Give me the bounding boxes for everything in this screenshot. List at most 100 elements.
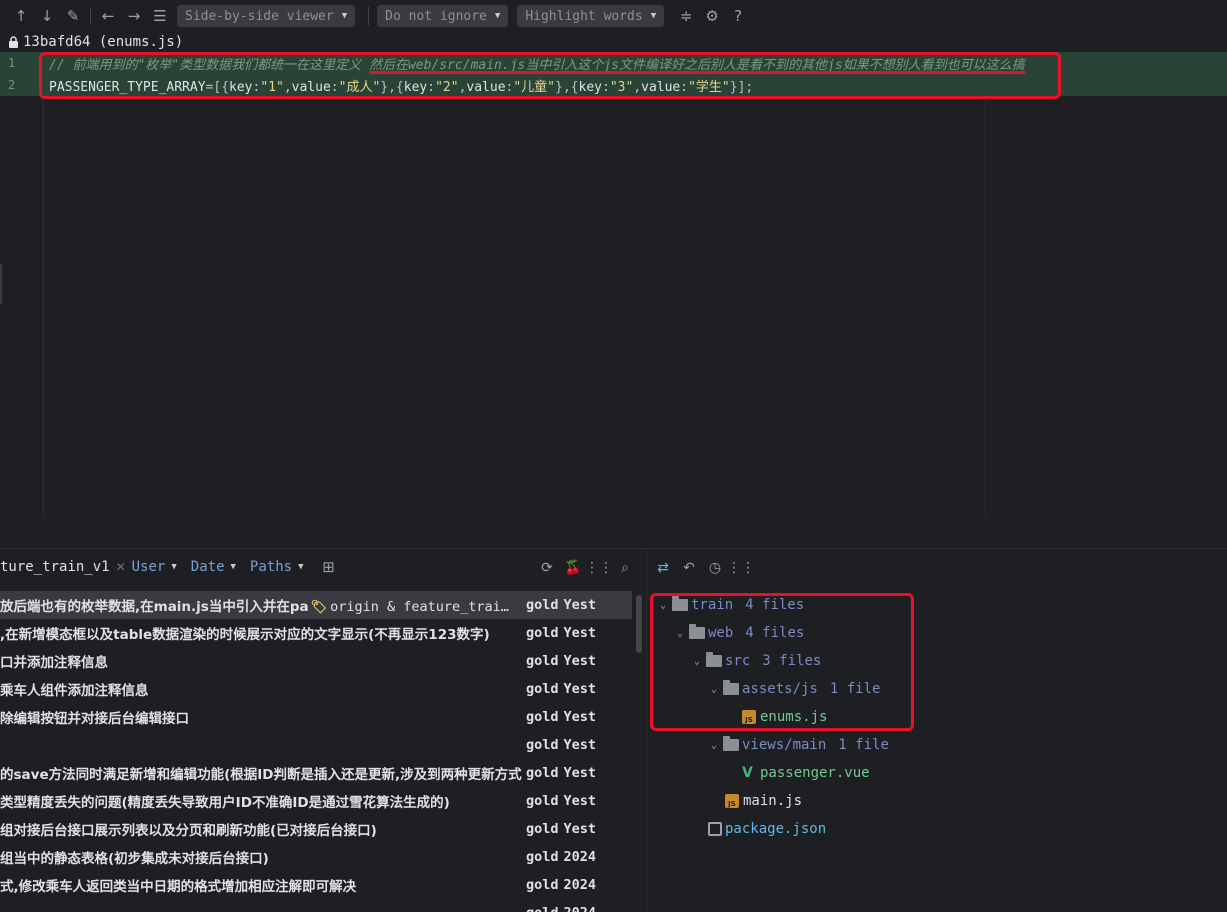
- commit-row[interactable]: 除编辑按钮并对接后台编辑接口 gold Yest: [0, 703, 632, 731]
- chevron-down-icon: ▼: [341, 11, 348, 21]
- edit-pencil-icon[interactable]: ✎: [60, 3, 86, 29]
- paths-filter[interactable]: Paths ▼: [250, 559, 304, 575]
- commit-date: 2024: [563, 877, 597, 893]
- tree-node-js[interactable]: JS main.js: [650, 787, 1227, 815]
- line-number: 1: [8, 56, 16, 70]
- group-by-icon[interactable]: ⋮⋮: [727, 557, 755, 579]
- toolbar-separator: [368, 7, 370, 25]
- commit-message-text: 放后端也有的枚举数据,在main.js当中引入并在pa: [0, 599, 309, 615]
- tree-node-name: package.json: [725, 821, 827, 837]
- whitespace-ignore-label: Do not ignore: [385, 8, 487, 24]
- chevron-down-icon: ▼: [650, 11, 657, 21]
- commit-message: 组当中的静态表格(初步集成未对接后台接口): [0, 847, 526, 867]
- commit-list[interactable]: 放后端也有的枚举数据,在main.js当中引入并在pa 🏷 origin & fea…: [0, 591, 632, 912]
- close-icon[interactable]: ✕: [116, 560, 126, 574]
- commit-date: Yest: [563, 625, 597, 641]
- grid-options-icon[interactable]: ⋮⋮: [585, 557, 613, 579]
- tree-node-vue[interactable]: Vpassenger.vue: [650, 759, 1227, 787]
- help-label: ?: [734, 7, 743, 25]
- commit-date: Yest: [563, 653, 597, 669]
- commit-message: 放后端也有的枚举数据,在main.js当中引入并在pa 🏷 origin & fea…: [0, 595, 526, 615]
- lock-icon: [9, 36, 18, 48]
- gear-icon[interactable]: ⚙: [699, 3, 725, 29]
- arrow-down-icon[interactable]: ↓: [34, 3, 60, 29]
- highlight-mode-label: Highlight words: [525, 8, 643, 24]
- commit-author: gold: [526, 737, 559, 753]
- commit-date: Yest: [563, 681, 597, 697]
- diff-arrows-icon[interactable]: ⇄: [650, 557, 676, 579]
- arrow-right-icon[interactable]: →: [121, 3, 147, 29]
- commit-row[interactable]: 类型精度丢失的问题(精度丢失导致用户ID不准确ID是通过雪花算法生成的) gold…: [0, 787, 632, 815]
- date-filter[interactable]: Date ▼: [191, 559, 236, 575]
- commit-row[interactable]: 的save方法同时满足新增和编辑功能(根据ID判断是插入还是更新,涉及到两种更新…: [0, 759, 632, 787]
- log-scrollbar[interactable]: [636, 595, 642, 653]
- commit-row[interactable]: gold Yest: [0, 731, 632, 759]
- commit-message-text: 的save方法同时满足新增和编辑功能(根据ID判断是插入还是更新,涉及到两种更新…: [0, 767, 522, 783]
- commit-author: gold: [526, 821, 559, 837]
- search-icon[interactable]: ⌕: [612, 557, 638, 579]
- tree-annotation-box: [650, 593, 914, 731]
- commit-date: Yest: [563, 597, 597, 613]
- commit-author: gold: [526, 849, 559, 865]
- commit-row[interactable]: 组当中的静态表格(初步集成未对接后台接口) gold 2024: [0, 843, 632, 871]
- file-title: 13bafd64 (enums.js): [8, 32, 183, 52]
- arrow-left-icon[interactable]: ←: [95, 3, 121, 29]
- commit-author: gold: [526, 905, 559, 912]
- commit-message: 类型精度丢失的问题(精度丢失导致用户ID不准确ID是通过雪花算法生成的): [0, 791, 526, 811]
- commit-message: 除编辑按钮并对接后台编辑接口: [0, 707, 526, 727]
- commit-date: 2024: [564, 905, 597, 912]
- tree-node-dir[interactable]: ⌄ views/main 1 file: [650, 731, 1227, 759]
- chevron-down-icon[interactable]: ⌄: [707, 740, 721, 751]
- arrow-up-icon[interactable]: ↑: [8, 3, 34, 29]
- chevron-down-icon: ▼: [230, 562, 236, 572]
- commit-date: Yest: [563, 709, 597, 725]
- tree-node-pkg[interactable]: package.json: [650, 815, 1227, 843]
- date-filter-label: Date: [190, 559, 225, 575]
- commit-message-text: ,在新增模态框以及table数据渲染的时候展示对应的文字显示(不再显示123数字…: [0, 627, 490, 643]
- refresh-icon[interactable]: ⟳: [534, 557, 560, 579]
- commit-message: 式,修改乘车人返回类当中日期的格式增加相应注解即可解决: [0, 875, 526, 895]
- commit-message-text: 式,修改乘车人返回类当中日期的格式增加相应注解即可解决: [0, 879, 357, 895]
- collapse-unchanged-icon[interactable]: ≑: [673, 3, 699, 29]
- commit-row[interactable]: 组对接后台接口展示列表以及分页和刷新功能(已对接后台接口) gold Yest: [0, 815, 632, 843]
- diff-editor[interactable]: 1 // 前端用到的"枚举"类型数据我们都统一在这里定义 然后在web/src/…: [0, 52, 1227, 517]
- cherry-pick-icon[interactable]: 🍒: [560, 557, 586, 579]
- commit-row[interactable]: ,在新增模态框以及table数据渲染的时候展示对应的文字显示(不再显示123数字…: [0, 619, 632, 647]
- commit-row[interactable]: 放后端也有的枚举数据,在main.js当中引入并在pa 🏷 origin & fea…: [0, 591, 632, 619]
- folder-icon: [723, 736, 739, 751]
- chevron-down-icon: ▼: [298, 562, 304, 572]
- commit-row[interactable]: 口并添加注释信息 gold Yest: [0, 647, 632, 675]
- commit-author: gold: [526, 877, 559, 893]
- commit-message-text: 乘车人组件添加注释信息: [0, 683, 149, 699]
- branch-filter-tab[interactable]: ture_train_v1: [0, 559, 110, 575]
- new-tab-icon[interactable]: ⊞: [318, 556, 340, 578]
- tree-node-name: main.js: [743, 793, 803, 809]
- commit-author: gold: [526, 793, 559, 809]
- list-icon[interactable]: ☰: [147, 3, 173, 29]
- commit-message: ,在新增模态框以及table数据渲染的时候展示对应的文字显示(不再显示123数字…: [0, 623, 526, 643]
- user-filter-label: User: [131, 559, 166, 575]
- line-number: 2: [8, 78, 16, 92]
- commit-row[interactable]: gold 2024: [0, 899, 632, 912]
- tree-node-name: passenger.vue: [760, 765, 870, 781]
- commit-row[interactable]: 式,修改乘车人返回类当中日期的格式增加相应注解即可解决 gold 2024: [0, 871, 632, 899]
- commit-row[interactable]: 乘车人组件添加注释信息 gold Yest: [0, 675, 632, 703]
- commit-message: 口并添加注释信息: [0, 651, 526, 671]
- revert-icon[interactable]: ↶: [676, 557, 702, 579]
- changes-toolbar: ⇄ ↶ ◷ ⋮⋮: [650, 557, 755, 579]
- commit-refs: origin & feature_trai…: [330, 599, 509, 615]
- commit-message-text: 除编辑按钮并对接后台编辑接口: [0, 711, 189, 727]
- user-filter[interactable]: User ▼: [132, 559, 177, 575]
- whitespace-ignore-dropdown[interactable]: Do not ignore ▼: [377, 5, 509, 27]
- commit-author: gold: [526, 681, 559, 697]
- history-clock-icon[interactable]: ◷: [702, 557, 728, 579]
- help-icon[interactable]: ?: [725, 3, 751, 29]
- gutter-marker: [0, 264, 2, 304]
- tree-node-count: 1 file: [838, 737, 889, 753]
- highlight-mode-dropdown[interactable]: Highlight words ▼: [517, 5, 665, 27]
- panel-divider[interactable]: [646, 549, 647, 912]
- package-json-icon: [708, 822, 722, 836]
- viewer-mode-dropdown[interactable]: Side-by-side viewer ▼: [177, 5, 356, 27]
- commit-message: 乘车人组件添加注释信息: [0, 679, 526, 699]
- commit-author: gold: [526, 653, 559, 669]
